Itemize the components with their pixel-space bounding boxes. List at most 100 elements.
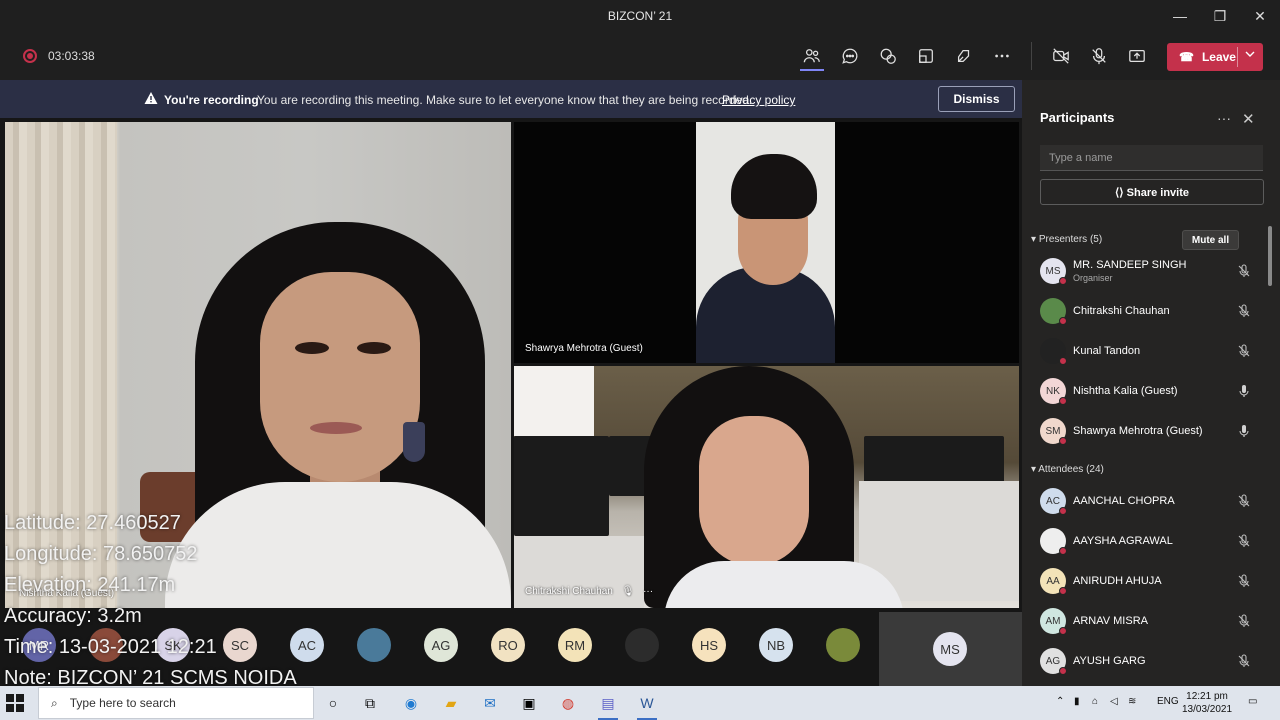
avatar: AG bbox=[1040, 648, 1067, 675]
notifications-icon[interactable]: ▭ bbox=[1248, 696, 1257, 707]
video-tile-nishtha[interactable]: Nishtha Kalia (Guest) bbox=[5, 122, 511, 608]
taskbar-search-box[interactable]: ⌕ Type here to search bbox=[38, 687, 314, 719]
self-tile[interactable]: MS bbox=[879, 612, 1022, 686]
windows-start-icon[interactable] bbox=[6, 694, 24, 712]
participant-avatar[interactable]: RO bbox=[491, 628, 525, 662]
avatar: SM bbox=[1040, 418, 1067, 445]
video-tile-shawrya[interactable]: Shawrya Mehrotra (Guest) bbox=[514, 122, 1019, 363]
participant-name: Chitrakshi Chauhan bbox=[1073, 305, 1170, 317]
participant-name: MR. SANDEEP SINGH bbox=[1073, 259, 1187, 271]
background-curtain bbox=[5, 122, 117, 608]
more-icon[interactable]: ··· bbox=[1217, 110, 1231, 126]
share-screen-icon[interactable] bbox=[1125, 44, 1149, 68]
chrome-icon[interactable]: ◍ bbox=[556, 691, 580, 715]
mic-off-icon[interactable] bbox=[1087, 44, 1111, 68]
meeting-timer: 03:03:38 bbox=[48, 49, 95, 63]
taskbar-clock[interactable]: 12:21 pm 13/03/2021 bbox=[1182, 690, 1232, 716]
mic-off-icon[interactable] bbox=[1236, 263, 1252, 279]
participant-avatar[interactable]: AC bbox=[290, 628, 324, 662]
window-title: BIZCON’ 21 bbox=[607, 9, 673, 23]
mic-on-icon[interactable] bbox=[1236, 383, 1252, 399]
minimize-button[interactable]: — bbox=[1160, 0, 1200, 32]
window-controls: — ❐ ✕ bbox=[1160, 0, 1280, 32]
rooms-icon[interactable] bbox=[914, 44, 938, 68]
presenters-header[interactable]: ▾ Presenters (5) bbox=[1031, 234, 1102, 245]
task-view-icon[interactable]: ⧉ bbox=[358, 691, 382, 715]
leave-button[interactable]: ☎ Leave bbox=[1167, 43, 1263, 71]
avatar: MS bbox=[1040, 258, 1067, 285]
camera-off-icon[interactable] bbox=[1049, 44, 1073, 68]
edge-icon[interactable]: ◉ bbox=[399, 691, 423, 715]
participant-row[interactable]: Chitrakshi Chauhan bbox=[1040, 294, 1265, 330]
word-icon[interactable]: W bbox=[635, 691, 659, 720]
participant-avatar[interactable] bbox=[826, 628, 860, 662]
reactions-icon[interactable] bbox=[876, 44, 900, 68]
taskbar-search-placeholder: Type here to search bbox=[69, 696, 176, 710]
mic-on-icon[interactable] bbox=[1236, 423, 1252, 439]
attendees-header-label: Attendees (24) bbox=[1038, 464, 1104, 475]
close-window-button[interactable]: ✕ bbox=[1240, 0, 1280, 32]
privacy-policy-link[interactable]: Privacy policy bbox=[722, 93, 795, 107]
share-invite-button[interactable]: ⟨⟩ Share invite bbox=[1040, 179, 1264, 205]
participant-avatar[interactable]: NB bbox=[759, 628, 793, 662]
warning-icon bbox=[144, 91, 158, 108]
participant-name: AAYSHA AGRAWAL bbox=[1073, 535, 1173, 547]
mic-off-icon[interactable] bbox=[1236, 613, 1252, 629]
mic-off-icon[interactable] bbox=[1236, 653, 1252, 669]
mic-off-icon[interactable] bbox=[1236, 533, 1252, 549]
search-icon: ⌕ bbox=[51, 695, 58, 710]
participant-search-input[interactable] bbox=[1040, 145, 1263, 171]
usb-icon[interactable]: ▮ bbox=[1074, 696, 1080, 707]
participant-row[interactable]: AC AANCHAL CHOPRA bbox=[1040, 484, 1265, 520]
more-icon[interactable] bbox=[990, 44, 1014, 68]
people-icon[interactable] bbox=[800, 44, 824, 68]
participant-name: Kunal Tandon bbox=[1073, 345, 1141, 357]
mic-off-icon[interactable] bbox=[1236, 573, 1252, 589]
presenters-header-label: Presenters (5) bbox=[1038, 234, 1103, 245]
wifi-icon[interactable]: ≋ bbox=[1128, 696, 1136, 707]
participant-row[interactable]: MS MR. SANDEEP SINGH Organiser bbox=[1040, 254, 1265, 290]
tray-arrow-icon[interactable]: ⌃ bbox=[1056, 696, 1064, 707]
mic-off-icon[interactable] bbox=[1236, 493, 1252, 509]
participant-row[interactable]: NK Nishtha Kalia (Guest) bbox=[1040, 374, 1265, 410]
mic-off-icon[interactable] bbox=[1236, 343, 1252, 359]
meeting-toolbar: 03:03:38 ☎ Leave bbox=[0, 32, 1280, 80]
language-indicator[interactable]: ENG bbox=[1157, 696, 1179, 707]
participant-row[interactable]: AG AYUSH GARG bbox=[1040, 644, 1265, 680]
participant-avatar[interactable] bbox=[357, 628, 391, 662]
close-icon[interactable]: ✕ bbox=[1242, 110, 1255, 128]
participant-name: ARNAV MISRA bbox=[1073, 615, 1148, 627]
attendees-header[interactable]: ▾ Attendees (24) bbox=[1031, 464, 1104, 475]
panel-scrollbar[interactable] bbox=[1268, 226, 1272, 286]
dismiss-button[interactable]: Dismiss bbox=[938, 86, 1015, 112]
vlc-icon[interactable]: ▣ bbox=[517, 691, 541, 715]
participant-avatar[interactable]: SC bbox=[223, 628, 257, 662]
participant-avatar[interactable]: RM bbox=[558, 628, 592, 662]
apps-icon[interactable] bbox=[952, 44, 976, 68]
chat-icon[interactable] bbox=[838, 44, 862, 68]
file-explorer-icon[interactable]: ▰ bbox=[439, 691, 463, 715]
maximize-button[interactable]: ❐ bbox=[1200, 0, 1240, 32]
mail-icon[interactable]: ✉ bbox=[478, 691, 502, 715]
avatar-initials: NB bbox=[766, 637, 786, 653]
gps-accuracy: Accuracy: 3.2m bbox=[4, 605, 142, 627]
network-icon[interactable]: ⌂ bbox=[1092, 696, 1098, 707]
video-tile-chitrakshi[interactable]: Chitrakshi Chauhan 🎙 ··· bbox=[514, 366, 1019, 608]
cortana-icon[interactable]: ○ bbox=[321, 691, 345, 715]
participant-avatar[interactable]: HS bbox=[692, 628, 726, 662]
chevron-down-icon[interactable] bbox=[1244, 48, 1256, 63]
mute-all-button[interactable]: Mute all bbox=[1182, 230, 1239, 250]
participant-row[interactable]: AA ANIRUDH AHUJA bbox=[1040, 564, 1265, 600]
participant-avatar[interactable] bbox=[625, 628, 659, 662]
participant-row[interactable]: AAYSHA AGRAWAL bbox=[1040, 524, 1265, 560]
teams-icon[interactable]: ▤ bbox=[596, 691, 620, 720]
tile-label: Shawrya Mehrotra (Guest) bbox=[525, 343, 643, 354]
participant-row[interactable]: AM ARNAV MISRA bbox=[1040, 604, 1265, 640]
volume-icon[interactable]: ◁ bbox=[1110, 696, 1118, 707]
participant-row[interactable]: SM Shawrya Mehrotra (Guest) bbox=[1040, 414, 1265, 450]
tile-more-button[interactable]: ··· bbox=[643, 586, 653, 597]
avatar: AM bbox=[1040, 608, 1067, 635]
mic-off-icon[interactable] bbox=[1236, 303, 1252, 319]
participant-row[interactable]: Kunal Tandon bbox=[1040, 334, 1265, 370]
participant-avatar[interactable]: AG bbox=[424, 628, 458, 662]
